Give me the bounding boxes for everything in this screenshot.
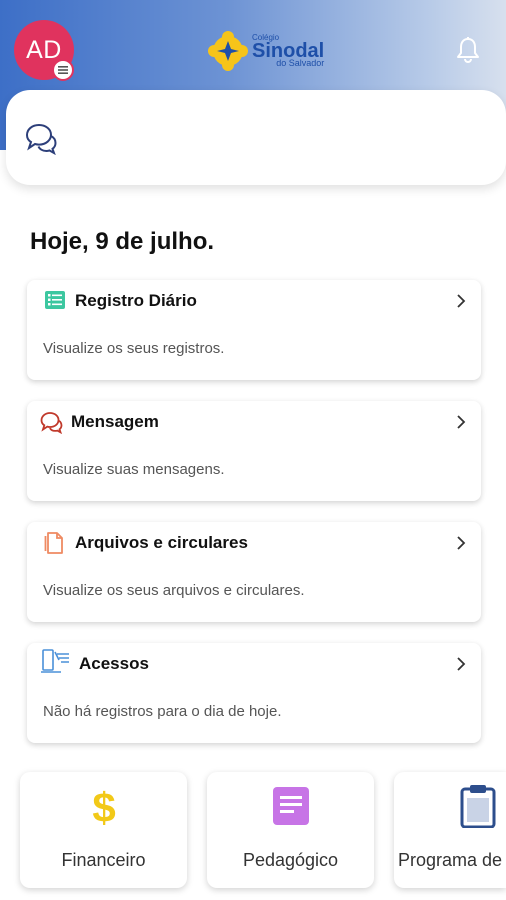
date-heading: Hoje, 9 de julho. (30, 228, 215, 255)
chevron-right-icon (457, 536, 466, 550)
tile-label: Financeiro (61, 850, 146, 870)
chat-bubbles-icon[interactable] (24, 121, 58, 155)
chevron-right-icon (457, 415, 466, 429)
card-mensagem[interactable]: Mensagem Visualize suas mensagens. (27, 401, 481, 501)
svg-text:$: $ (92, 784, 115, 828)
tile-financeiro[interactable]: $ Financeiro (20, 772, 187, 888)
clipboard-icon (460, 785, 496, 828)
card-description: Visualize os seus registros. (43, 340, 225, 357)
notes-icon (273, 787, 309, 825)
school-logo: Colégio Sinodal do Salvador (208, 27, 328, 75)
card-registro-diario[interactable]: Registro Diário Visualize os seus regist… (27, 280, 481, 380)
bell-icon[interactable] (455, 36, 481, 64)
dollar-icon: $ (92, 784, 115, 828)
card-title: Mensagem (71, 412, 159, 431)
star-logo-icon (208, 31, 248, 71)
list-icon (45, 291, 65, 309)
card-title: Arquivos e circulares (75, 533, 248, 552)
access-gate-icon (41, 649, 69, 673)
card-title: Registro Diário (75, 291, 197, 310)
tile-label: Programa de (398, 850, 503, 870)
card-acessos[interactable]: Acessos Não há registros para o dia de h… (27, 643, 481, 743)
document-icon (44, 532, 63, 554)
chevron-right-icon (457, 294, 466, 308)
card-description: Visualize os seus arquivos e circulares. (43, 582, 305, 599)
card-description: Não há registros para o dia de hoje. (43, 703, 282, 720)
tile-pedagogico[interactable]: Pedagógico (207, 772, 374, 888)
card-description: Visualize suas mensagens. (43, 461, 225, 478)
card-title: Acessos (79, 654, 149, 673)
card-arquivos-circulares[interactable]: Arquivos e circulares Visualize os seus … (27, 522, 481, 622)
messages-summary-card[interactable] (6, 90, 506, 185)
chat-icon (40, 412, 63, 434)
avatar-menu-badge[interactable] (52, 59, 74, 81)
chevron-right-icon (457, 657, 466, 671)
menu-icon (58, 66, 68, 74)
tile-programa[interactable]: Programa de (394, 772, 506, 888)
tile-label: Pedagógico (242, 850, 339, 870)
